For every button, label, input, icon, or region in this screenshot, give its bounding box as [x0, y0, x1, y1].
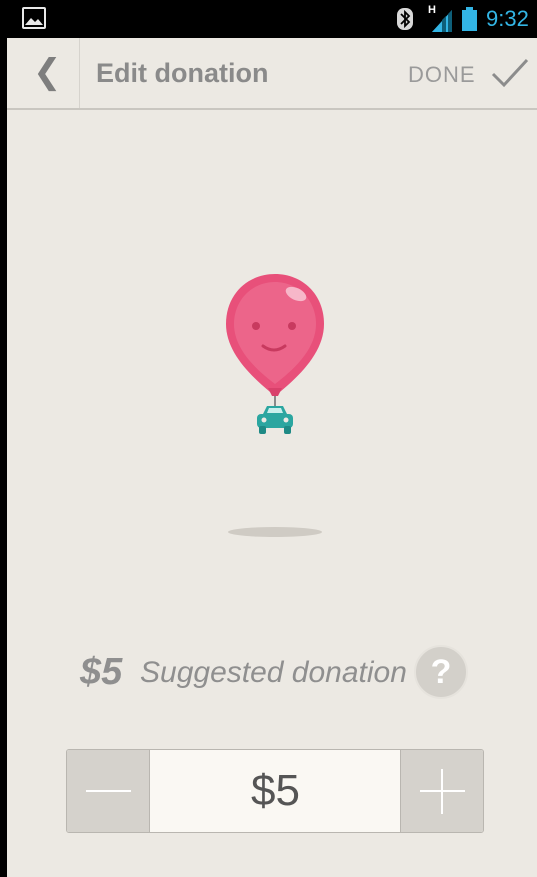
battery-icon: [462, 7, 477, 31]
balloon-shadow: [228, 527, 322, 537]
help-button[interactable]: ?: [414, 645, 468, 699]
decrement-button[interactable]: [67, 750, 150, 832]
page-title: Edit donation: [96, 58, 269, 88]
minus-icon: [86, 790, 131, 792]
chevron-left-icon: ❮: [33, 52, 62, 92]
suggested-donation-label: Suggested donation: [140, 656, 407, 689]
back-button[interactable]: ❮: [7, 38, 80, 108]
action-bar: ❮ Edit donation DONE: [7, 38, 537, 110]
suggested-amount: $5: [80, 651, 123, 693]
donation-stepper: $5: [66, 749, 484, 833]
bluetooth-icon: [397, 8, 413, 30]
status-bar: H 9:32: [0, 0, 537, 38]
checkmark-icon: [491, 58, 529, 88]
car-icon: [257, 406, 293, 434]
done-label: DONE: [408, 62, 476, 87]
balloon-illustration: [218, 272, 328, 442]
app-screen: H 9:32 ❮ Edit donation DONE $5 Suggested…: [0, 0, 537, 877]
gallery-notification-icon: [22, 7, 46, 29]
signal-icon: H: [426, 4, 456, 32]
done-button[interactable]: DONE: [402, 38, 537, 108]
increment-button[interactable]: [400, 750, 483, 832]
status-time: 9:32: [486, 6, 529, 31]
donation-amount-input[interactable]: $5: [150, 750, 401, 832]
